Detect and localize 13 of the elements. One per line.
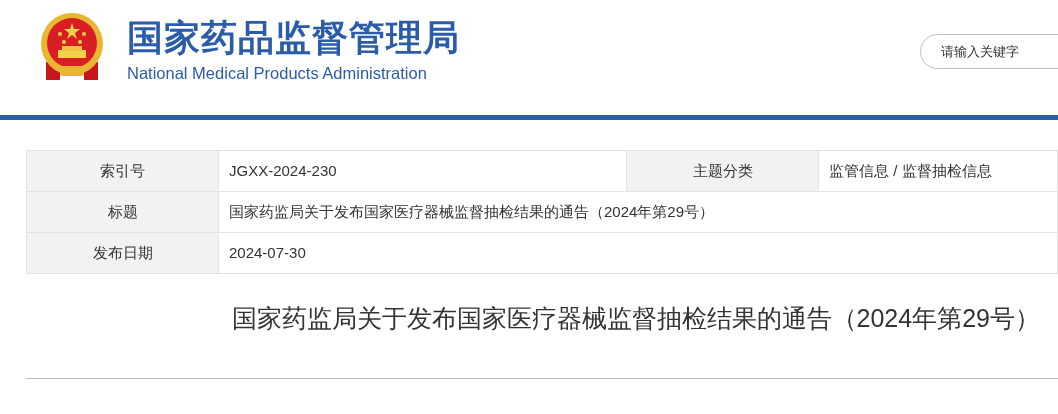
field-label: 索引号	[27, 151, 219, 192]
site-subtitle: National Medical Products Administration	[127, 63, 428, 83]
article-title: 国家药监局关于发布国家医疗器械监督抽检结果的通告（2024年第29号）	[231, 303, 1040, 334]
field-value: 监管信息 / 监督抽检信息	[819, 151, 1058, 192]
field-value: JGXX-2024-230	[219, 151, 627, 192]
search-field[interactable]: 请输入关键字	[920, 34, 1058, 69]
emblem-logo	[38, 12, 106, 82]
field-label: 标题	[27, 192, 219, 233]
field-value: 2024-07-30	[219, 233, 1058, 274]
field-label: 主题分类	[627, 151, 819, 192]
field-label: 发布日期	[27, 233, 219, 274]
field-value: 国家药监局关于发布国家医疗器械监督抽检结果的通告（2024年第29号）	[219, 192, 1058, 233]
site-title: 国家药品监督管理局	[127, 16, 460, 60]
